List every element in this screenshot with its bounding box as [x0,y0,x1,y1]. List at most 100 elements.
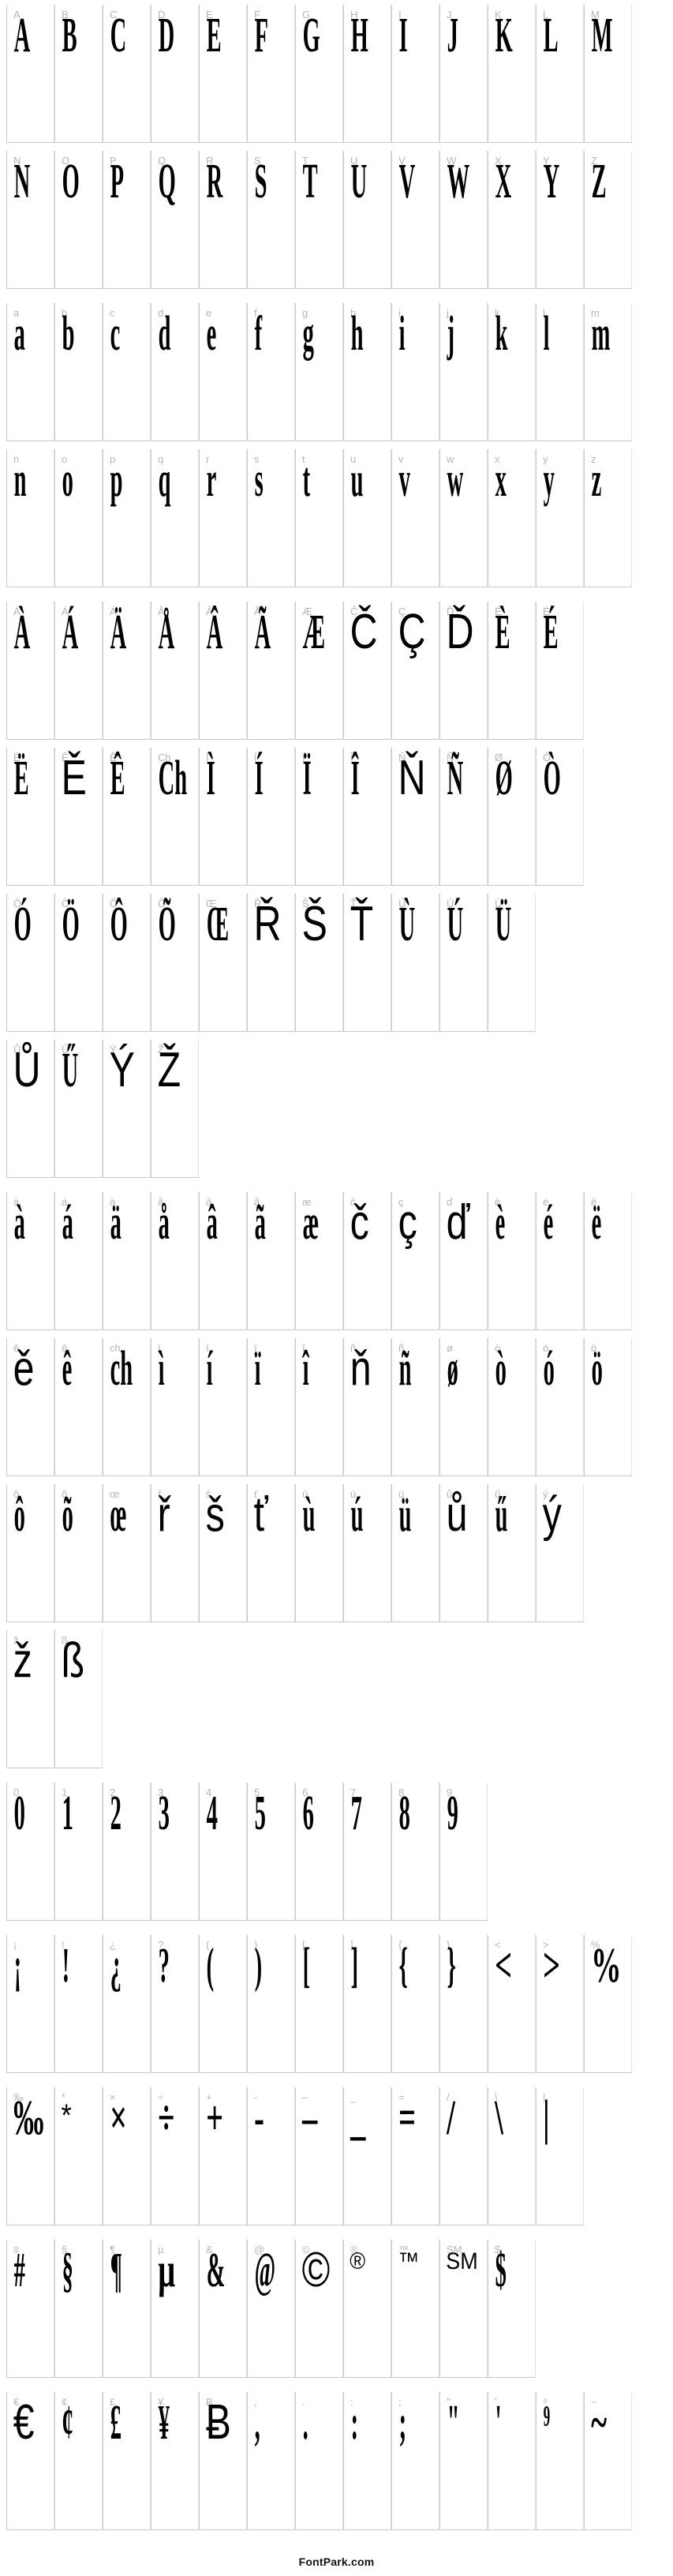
glyph-cell[interactable]: -- [247,2087,295,2225]
glyph-cell[interactable]: CC [103,5,151,143]
glyph-cell[interactable]: áá [54,1192,103,1330]
glyph-cell[interactable]: űű [488,1484,536,1622]
glyph-cell[interactable]: ÜÜ [488,894,536,1032]
glyph-cell[interactable]: GG [295,5,343,143]
glyph-cell[interactable]: ZZ [584,151,632,289]
glyph-cell[interactable]: ]] [343,1935,391,2073]
glyph-cell[interactable]: uu [343,449,391,587]
glyph-cell[interactable]: ÇÇ [391,602,439,740]
glyph-cell[interactable]: | | [536,2087,584,2225]
glyph-cell[interactable]: üü [391,1484,439,1622]
glyph-cell[interactable]: ää [103,1192,151,1330]
glyph-cell[interactable]: ÊÊ [103,748,151,886]
glyph-cell[interactable]: !! [54,1935,103,2073]
glyph-cell[interactable]: òò [488,1338,536,1476]
glyph-cell[interactable]: ýý [536,1484,584,1622]
glyph-cell[interactable]: ŮŮ [6,1040,54,1178]
glyph-cell[interactable]: XX [488,151,536,289]
glyph-cell[interactable]: mm [584,303,632,441]
glyph-cell[interactable]: ÁÁ [54,602,103,740]
glyph-cell[interactable]: ÔÔ [103,894,151,1032]
glyph-cell[interactable]: ee [199,303,247,441]
glyph-cell[interactable]: 00 [6,1783,54,1921]
glyph-cell[interactable]: tt [295,449,343,587]
glyph-cell[interactable]: 33 [151,1783,199,1921]
glyph-cell[interactable]: ôô [6,1484,54,1622]
glyph-cell[interactable]: TT [295,151,343,289]
glyph-cell[interactable]: ŠŠ [295,894,343,1032]
glyph-cell[interactable]: ÆÆ [295,602,343,740]
glyph-cell[interactable]: ww [439,449,488,587]
glyph-cell[interactable]: ÏÏ [295,748,343,886]
glyph-cell[interactable]: ff [247,303,295,441]
glyph-cell[interactable]: íí [199,1338,247,1476]
glyph-cell[interactable]: ® ® [343,2240,391,2378]
glyph-cell[interactable]: ŽŽ [151,1040,199,1178]
glyph-cell[interactable]: cc [103,303,151,441]
glyph-cell[interactable]: oo [54,449,103,587]
glyph-cell[interactable]: ŤŤ [343,894,391,1032]
glyph-cell[interactable]: ââ [199,1192,247,1330]
glyph-cell[interactable]: ůů [439,1484,488,1622]
glyph-cell[interactable]: çç [391,1192,439,1330]
glyph-cell[interactable]: pp [103,449,151,587]
glyph-cell[interactable]: QQ [151,151,199,289]
glyph-cell[interactable]: ¶ ¶ [103,2240,151,2378]
glyph-cell[interactable]: ‰ ‰ [6,2087,54,2225]
glyph-cell[interactable]: ßß [54,1630,103,1768]
glyph-cell[interactable]: YY [536,151,584,289]
glyph-cell[interactable]: – – [295,2087,343,2225]
glyph-cell[interactable]: @ @ [247,2240,295,2378]
glyph-cell[interactable]: %% [584,1935,632,2073]
glyph-cell[interactable]: " " [439,2392,488,2530]
glyph-cell[interactable]: ¿ ¿ [103,1935,151,2073]
glyph-cell[interactable]: £ £ [103,2392,151,2530]
glyph-cell[interactable]: & & [199,2240,247,2378]
glyph-cell[interactable]: kk [488,303,536,441]
glyph-cell[interactable]: ěě [6,1338,54,1476]
glyph-cell[interactable]: (( [199,1935,247,2073]
glyph-cell[interactable]: ll [536,303,584,441]
glyph-cell[interactable]: ÄÄ [103,602,151,740]
glyph-cell[interactable]: BB [54,5,103,143]
glyph-cell[interactable]: ÑÑ [439,748,488,886]
glyph-cell[interactable]: 77 [343,1783,391,1921]
glyph-cell[interactable]: aa [6,303,54,441]
glyph-cell[interactable]: WW [439,151,488,289]
glyph-cell[interactable]: NN [6,151,54,289]
glyph-cell[interactable]: § § [54,2240,103,2378]
glyph-cell[interactable]: )) [247,1935,295,2073]
glyph-cell[interactable]: Ch Ch [151,748,199,886]
glyph-cell[interactable]: {{ [391,1935,439,2073]
glyph-cell[interactable]: µµ [151,2240,199,2378]
glyph-cell[interactable]: SS [247,151,295,289]
glyph-cell[interactable]: õõ [54,1484,103,1622]
glyph-cell[interactable]: $ $ [488,2240,536,2378]
glyph-cell[interactable]: = = [391,2087,439,2225]
glyph-cell[interactable]: ČČ [343,602,391,740]
glyph-cell[interactable]: vv [391,449,439,587]
glyph-cell[interactable]: KK [488,5,536,143]
glyph-cell[interactable]: ÈÈ [488,602,536,740]
glyph-cell[interactable]: úú [343,1484,391,1622]
glyph-cell[interactable]: ch ch [103,1338,151,1476]
glyph-cell[interactable]: ?? [151,1935,199,2073]
glyph-cell[interactable]: øø [439,1338,488,1476]
glyph-cell[interactable]: œœ [103,1484,151,1622]
glyph-cell[interactable]: ÷ ÷ [151,2087,199,2225]
glyph-cell[interactable]: ÓÓ [6,894,54,1032]
glyph-cell[interactable]: # # [6,2240,54,2378]
glyph-cell[interactable]: ťť [247,1484,295,1622]
glyph-cell[interactable]: 44 [199,1783,247,1921]
glyph-cell[interactable]: åå [151,1192,199,1330]
glyph-cell[interactable]: éé [536,1192,584,1330]
glyph-cell[interactable]: 11 [54,1783,103,1921]
glyph-cell[interactable]: HH [343,5,391,143]
glyph-cell[interactable]: óó [536,1338,584,1476]
glyph-cell[interactable]: ÚÚ [439,894,488,1032]
glyph-cell[interactable]: 22 [103,1783,151,1921]
glyph-cell[interactable]: ii [391,303,439,441]
glyph-cell[interactable]: žž [6,1630,54,1768]
glyph-cell[interactable]: 99 [439,1783,488,1921]
glyph-cell[interactable]: ~ ~ [584,2392,632,2530]
